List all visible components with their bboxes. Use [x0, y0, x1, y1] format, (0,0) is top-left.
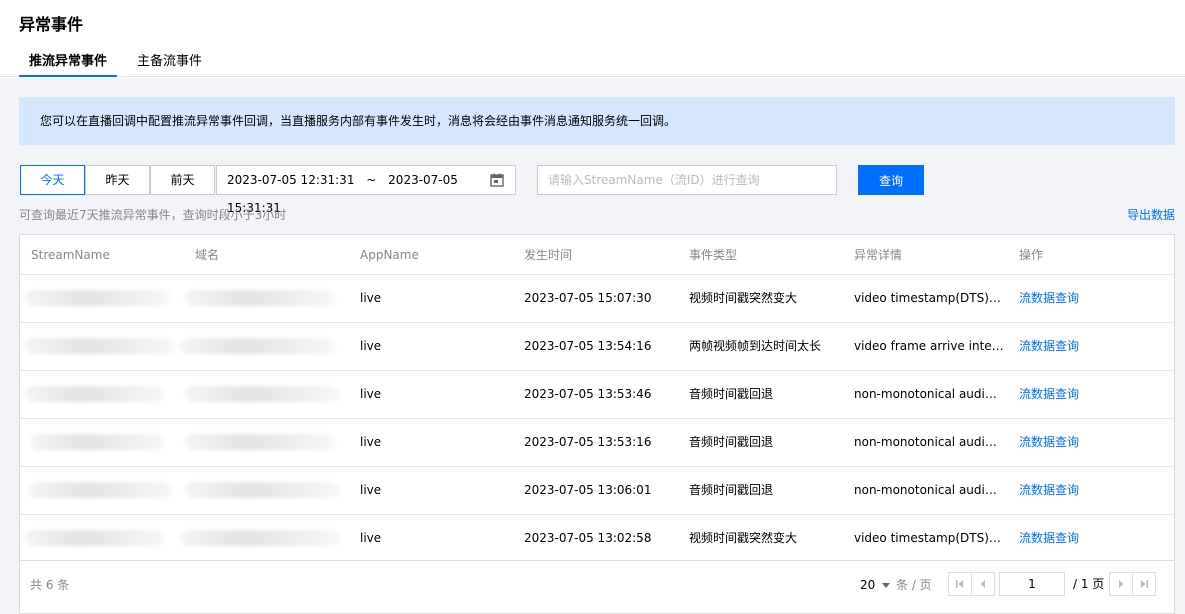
- events-table: StreamName 域名 AppName 发生时间 事件类型 异常详情 操作 …: [19, 234, 1175, 561]
- day-before-yesterday-button[interactable]: 前天: [150, 165, 215, 195]
- event-type: 音频时间戳回退: [689, 387, 774, 401]
- event-detail: video frame arrive interv...: [854, 339, 1004, 353]
- event-time: 2023-07-05 13:53:46: [524, 387, 652, 401]
- column-header-time: 发生时间: [524, 248, 573, 262]
- event-type: 视频时间戳突然变大: [689, 531, 798, 545]
- event-type: 音频时间戳回退: [689, 483, 774, 497]
- event-time: 2023-07-05 13:54:16: [524, 339, 652, 353]
- redacted-stream-name: [28, 482, 173, 498]
- column-header-streamname: StreamName: [31, 248, 110, 262]
- today-button[interactable]: 今天: [20, 165, 85, 195]
- stream-data-query-link[interactable]: 流数据查询: [1019, 371, 1159, 418]
- table-row: live 2023-07-05 13:53:16 音频时间戳回退 non-mon…: [20, 419, 1174, 467]
- app-name: live: [360, 435, 382, 449]
- app-name: live: [360, 291, 382, 305]
- app-name: live: [360, 339, 382, 353]
- prev-page-icon[interactable]: [971, 572, 995, 596]
- page-number-input[interactable]: [999, 572, 1065, 596]
- table-row: live 2023-07-05 13:06:01 音频时间戳回退 non-mon…: [20, 467, 1174, 515]
- redacted-domain: [185, 482, 340, 498]
- redacted-domain: [185, 386, 340, 402]
- calendar-icon[interactable]: [490, 173, 504, 187]
- column-header-actions: 操作: [1019, 248, 1044, 262]
- table-row: live 2023-07-05 15:07:30 视频时间戳突然变大 video…: [20, 275, 1174, 323]
- event-detail: non-monotonical audio ti...: [854, 435, 1004, 449]
- total-count: 共 6 条: [30, 578, 70, 592]
- main-content: 您可以在直播回调中配置推流异常事件回调，当直播服务内部有事件发生时，消息将会经由…: [0, 78, 1185, 614]
- stream-data-query-link[interactable]: 流数据查询: [1019, 467, 1159, 514]
- event-detail: video timestamp(DTS) d...: [854, 531, 1004, 545]
- redacted-stream-name: [25, 290, 170, 306]
- header: 异常事件 推流异常事件 主备流事件: [0, 0, 1185, 77]
- query-hint: 可查询最近7天推流异常事件，查询时段小于3小时: [19, 208, 287, 222]
- event-type: 视频时间戳突然变大: [689, 291, 798, 305]
- info-notice: 您可以在直播回调中配置推流异常事件回调，当直播服务内部有事件发生时，消息将会经由…: [19, 97, 1175, 145]
- event-detail: video timestamp(DTS) d...: [854, 291, 1004, 305]
- column-header-details: 异常详情: [854, 248, 903, 262]
- redacted-domain: [185, 434, 335, 450]
- total-pages: / 1 页: [1073, 577, 1105, 591]
- stream-data-query-link[interactable]: 流数据查询: [1019, 419, 1159, 466]
- event-time: 2023-07-05 13:53:16: [524, 435, 652, 449]
- tab-backup-stream-events[interactable]: 主备流事件: [127, 52, 212, 77]
- stream-data-query-link[interactable]: 流数据查询: [1019, 275, 1159, 322]
- page-title: 异常事件: [19, 15, 84, 34]
- redacted-domain: [180, 530, 340, 546]
- chevron-down-icon: [882, 583, 891, 588]
- stream-name-search-input[interactable]: [537, 165, 837, 195]
- last-page-icon[interactable]: [1132, 572, 1157, 596]
- event-time: 2023-07-05 15:07:30: [524, 291, 652, 305]
- event-detail: non-monotonical audio ti...: [854, 483, 1004, 497]
- redacted-stream-name: [25, 530, 165, 546]
- stream-data-query-link[interactable]: 流数据查询: [1019, 515, 1159, 562]
- range-separator: ~: [366, 173, 377, 187]
- event-type: 音频时间戳回退: [689, 435, 774, 449]
- table-row: live 2023-07-05 13:53:46 音频时间戳回退 non-mon…: [20, 371, 1174, 419]
- pagination: / 1 页: [948, 572, 1157, 596]
- query-button[interactable]: 查询: [858, 165, 924, 195]
- redacted-domain: [180, 338, 335, 354]
- event-detail: non-monotonical audio ti...: [854, 387, 1004, 401]
- tab-bar: 推流异常事件 主备流事件: [19, 52, 222, 77]
- export-data-link[interactable]: 导出数据: [1127, 206, 1175, 223]
- redacted-stream-name: [25, 338, 175, 354]
- date-range-picker[interactable]: 2023-07-05 12:31:31 ~ 2023-07-05 15:31:3…: [216, 165, 516, 215]
- page-size-unit: 条 / 页: [896, 578, 932, 592]
- next-page-icon[interactable]: [1109, 572, 1134, 596]
- first-page-icon[interactable]: [948, 572, 972, 596]
- app-name: live: [360, 483, 382, 497]
- column-header-domain: 域名: [195, 248, 220, 262]
- start-time: 2023-07-05 12:31:31: [227, 173, 355, 187]
- redacted-domain: [185, 290, 335, 306]
- event-time: 2023-07-05 13:02:58: [524, 531, 652, 545]
- table-row: live 2023-07-05 13:54:16 两帧视频帧到达时间太长 vid…: [20, 323, 1174, 371]
- yesterday-button[interactable]: 昨天: [85, 165, 150, 195]
- table-row: live 2023-07-05 13:02:58 视频时间戳突然变大 video…: [20, 515, 1174, 563]
- table-header: StreamName 域名 AppName 发生时间 事件类型 异常详情 操作: [20, 235, 1174, 275]
- app-name: live: [360, 531, 382, 545]
- table-footer: 共 6 条 20 条 / 页 / 1 页: [19, 561, 1175, 614]
- page-size-select[interactable]: 20: [860, 561, 891, 609]
- redacted-stream-name: [30, 434, 165, 450]
- app-name: live: [360, 387, 382, 401]
- page-size-value: 20: [860, 578, 876, 592]
- tab-push-exceptions[interactable]: 推流异常事件: [19, 52, 118, 77]
- redacted-stream-name: [25, 386, 165, 402]
- event-type: 两帧视频帧到达时间太长: [689, 339, 822, 353]
- event-time: 2023-07-05 13:06:01: [524, 483, 652, 497]
- stream-data-query-link[interactable]: 流数据查询: [1019, 323, 1159, 370]
- column-header-appname: AppName: [360, 248, 419, 262]
- column-header-event-type: 事件类型: [689, 248, 738, 262]
